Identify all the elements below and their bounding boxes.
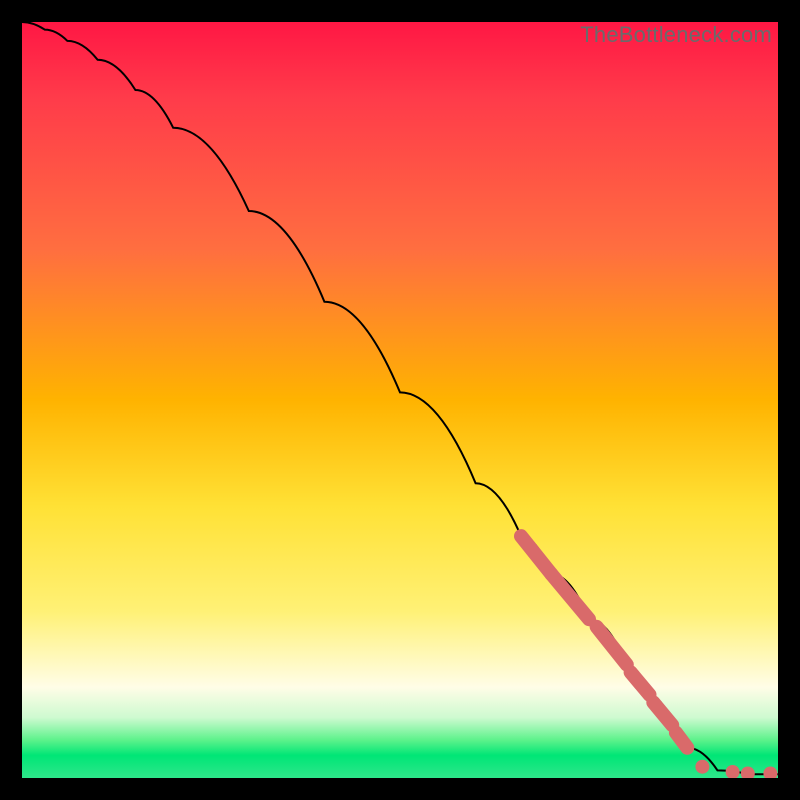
highlight-dots: [695, 760, 777, 778]
highlight-dot: [726, 765, 740, 778]
chart-svg: [22, 22, 778, 778]
main-curve: [22, 22, 778, 774]
highlight-segments: [521, 536, 687, 748]
highlight-dot: [695, 760, 709, 774]
highlight-segment: [551, 574, 589, 619]
chart-frame: TheBottleneck.com: [0, 0, 800, 800]
highlight-segment: [521, 536, 551, 574]
highlight-segment: [597, 627, 627, 665]
highlight-segment: [631, 672, 650, 695]
plot-area: TheBottleneck.com: [22, 22, 778, 778]
highlight-dot: [763, 767, 777, 779]
highlight-segment: [653, 702, 672, 725]
highlight-segment: [676, 733, 687, 748]
highlight-dot: [741, 767, 755, 779]
